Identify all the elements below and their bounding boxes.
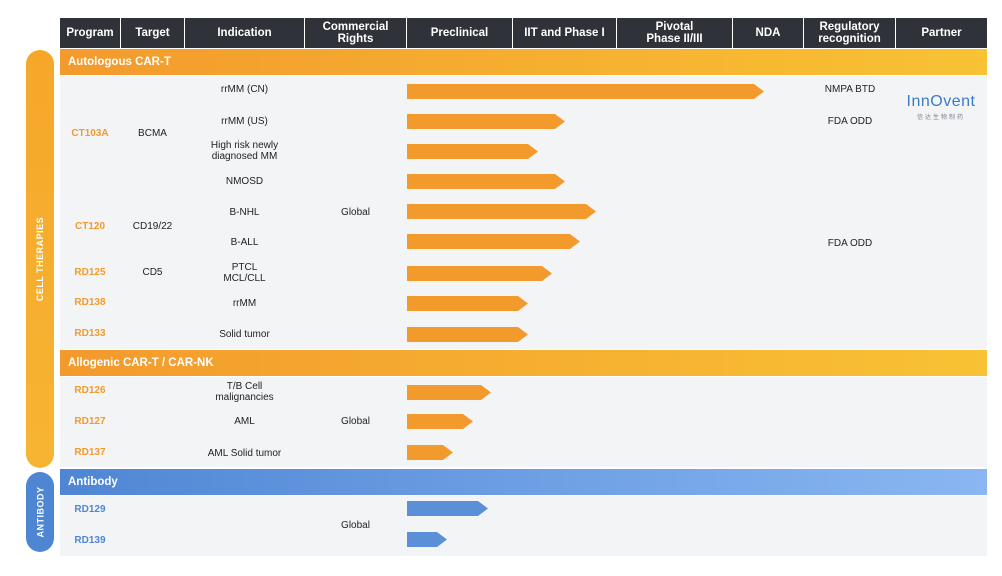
- progress-arrow-rd126: [407, 385, 491, 400]
- cell-therapies-label: CELL THERAPIES: [35, 216, 45, 302]
- progress-arrow-rd127: [407, 414, 473, 429]
- header-commercial-rights: Commercial Rights: [305, 18, 406, 48]
- progress-arrow-rd125: [407, 266, 552, 281]
- header-regulatory: Regulatory recognition: [804, 18, 895, 48]
- partner-logo: InnOvent: [906, 93, 976, 110]
- header-nda: NDA: [733, 18, 803, 48]
- partner-logo-subtitle: 信达生物制药: [916, 115, 965, 121]
- indication-row: AML: [234, 415, 255, 427]
- target-bcma: BCMA: [138, 128, 167, 139]
- regulatory-fda-odd: FDA ODD: [827, 238, 873, 249]
- header-indication: Indication: [185, 18, 304, 48]
- section-allogenic: Allogenic CAR-T / CAR-NK: [60, 350, 987, 376]
- section-autologous: Autologous CAR-T: [60, 49, 987, 75]
- program-rd138: RD138: [74, 297, 106, 308]
- indication-row: PTCL MCL/CLL: [223, 262, 266, 284]
- indication-row: rrMM (CN): [220, 83, 269, 95]
- indication-row: B-NHL: [229, 206, 260, 218]
- header-target: Target: [121, 18, 184, 48]
- program-rd127: RD127: [74, 416, 106, 427]
- indication-row: High risk newly diagnosed MM: [210, 140, 279, 162]
- progress-arrow-ct103a: [407, 174, 565, 189]
- antibody-pill: ANTIBODY: [26, 472, 54, 552]
- progress-arrow-rd133: [407, 327, 528, 342]
- cell-therapies-pill: CELL THERAPIES: [26, 50, 54, 468]
- progress-arrow-ct103a: [407, 144, 538, 159]
- indication-row: rrMM: [232, 297, 257, 309]
- indication-row: AML Solid tumor: [207, 447, 282, 459]
- target-cd5: CD5: [142, 267, 163, 278]
- program-ct120: CT120: [74, 221, 105, 232]
- program-rd133: RD133: [74, 328, 106, 339]
- indication-row: T/B Cell malignancies: [215, 381, 274, 403]
- program-rd129: RD129: [74, 504, 106, 515]
- target-cd1922: CD19/22: [132, 221, 173, 232]
- antibody-side-label: ANTIBODY: [35, 486, 45, 538]
- section-antibody: Antibody: [60, 469, 987, 495]
- indication-row: Solid tumor: [219, 328, 270, 340]
- indication-row: B-ALL: [230, 236, 259, 248]
- progress-arrow-rd138: [407, 296, 528, 311]
- header-partner: Partner: [896, 18, 987, 48]
- header-preclinical: Preclinical: [407, 18, 512, 48]
- regulatory-fda-odd: FDA ODD: [827, 116, 873, 127]
- progress-arrow-ct120: [407, 234, 580, 249]
- indication-row: rrMM (US): [221, 115, 268, 127]
- regulatory-nmpa-btd: NMPA BTD: [824, 84, 876, 95]
- rights-antibody: Global: [341, 519, 370, 531]
- program-rd126: RD126: [74, 385, 106, 396]
- rights-autologous: Global: [341, 206, 370, 218]
- program-rd139: RD139: [74, 535, 106, 546]
- header-program: Program: [60, 18, 120, 48]
- progress-arrow-ct120: [407, 204, 596, 219]
- progress-arrow-rd129: [407, 501, 488, 516]
- progress-arrow-ct103a: [407, 84, 764, 99]
- antibody-rows-bg: [60, 496, 987, 556]
- header-iit-phase-1: IIT and Phase I: [513, 18, 616, 48]
- program-rd125: RD125: [74, 267, 106, 278]
- header-pivotal: Pivotal Phase II/III: [617, 18, 732, 48]
- indication-row: NMOSD: [225, 175, 264, 187]
- progress-arrow-ct103a: [407, 114, 565, 129]
- program-rd137: RD137: [74, 447, 106, 458]
- program-ct103a: CT103A: [71, 128, 109, 139]
- rights-allogenic: Global: [341, 415, 370, 427]
